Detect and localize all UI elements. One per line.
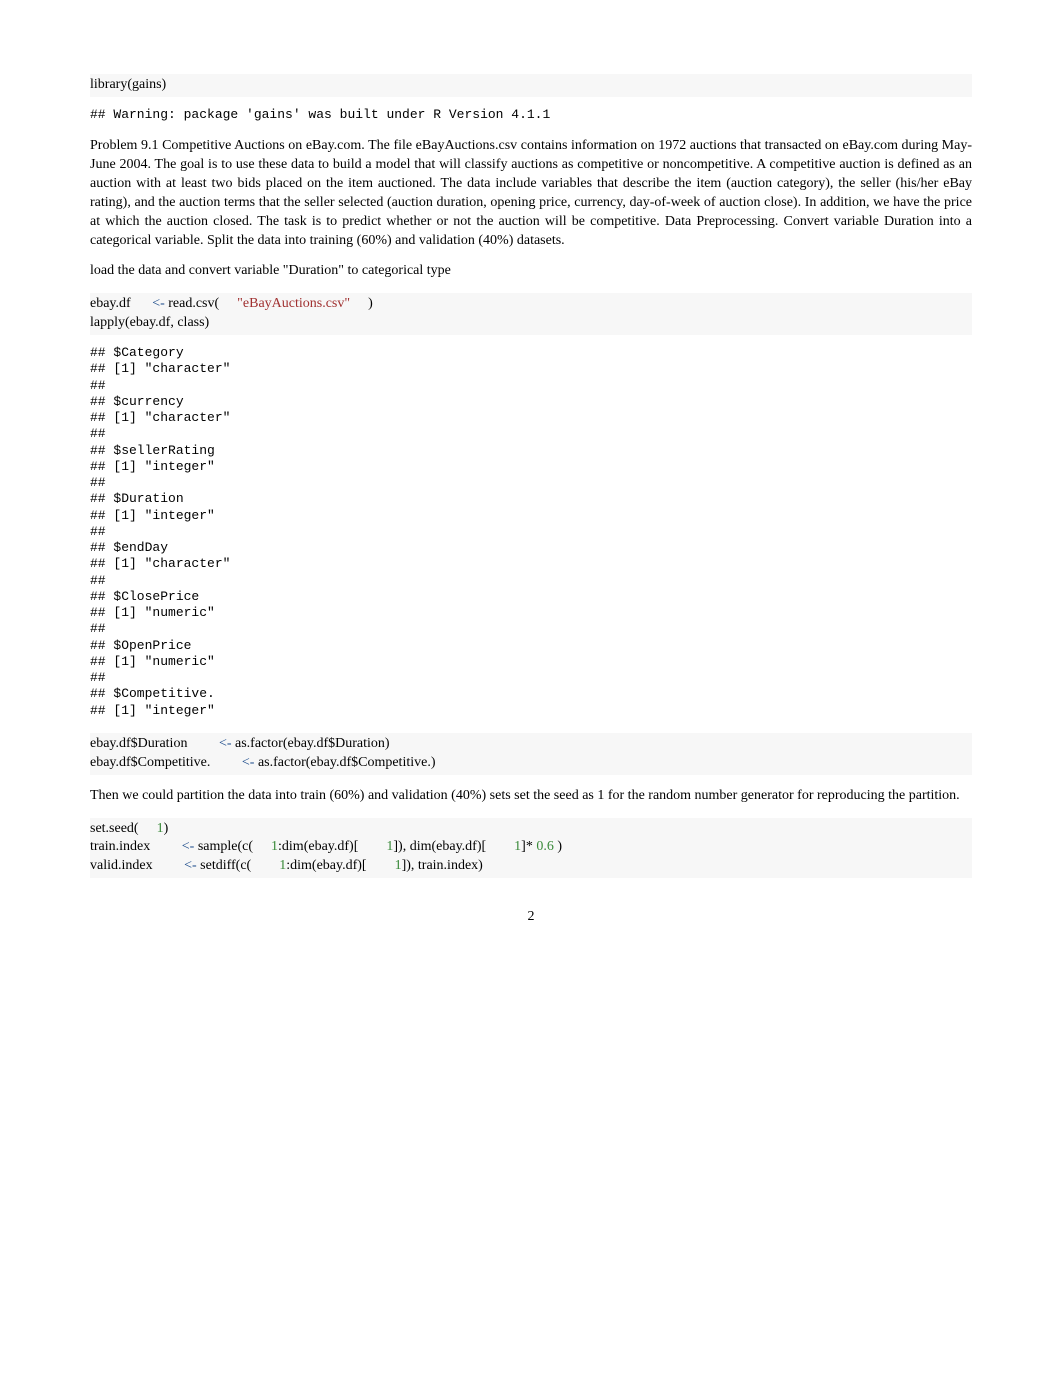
string-literal: "eBayAuctions.csv": [237, 296, 350, 311]
paragraph-1: Problem 9.1 Competitive Auctions on eBay…: [90, 137, 972, 250]
code-block-2: ebay.df <- read.csv("eBayAuctions.csv") …: [90, 293, 972, 335]
arrow-op: <-: [219, 736, 232, 751]
code-text: ebay.df$Duration: [90, 736, 191, 751]
code-text: set.seed(: [90, 821, 139, 836]
code-text: :dim(ebay.df)[: [286, 858, 366, 873]
code-text: as.factor(ebay.df$Duration): [232, 736, 390, 751]
arrow-op: <-: [182, 839, 195, 854]
code-block-1: library(gains): [90, 74, 972, 97]
code-line: valid.index <- setdiff(c( 1 :dim(ebay.df)[…: [90, 857, 972, 876]
code-text: ]), train.index): [402, 858, 483, 873]
arrow-op: <-: [242, 755, 255, 770]
output-2: ## $Category ## [1] "character" ## ## $c…: [90, 345, 972, 719]
code-line: ebay.df <- read.csv( "eBayAuctions.csv"): [90, 295, 972, 314]
number-literal: 1: [271, 839, 278, 854]
page-number: 2: [90, 908, 972, 927]
code-line: ebay.df$Competitive. <- as.factor(ebay.d…: [90, 754, 972, 773]
number-literal: 1: [395, 858, 402, 873]
code-text: ): [368, 296, 373, 311]
code-text: ): [164, 821, 169, 836]
code-line: set.seed( 1): [90, 820, 972, 839]
code-line: lapply(ebay.df, class): [90, 314, 972, 333]
number-literal: 1: [157, 821, 164, 836]
code-text: library(gains): [90, 77, 166, 92]
code-block-4: set.seed(1) train.index <- sample(c(1:di…: [90, 818, 972, 879]
number-literal: 0.6: [533, 839, 554, 854]
paragraph-3: Then we could partition the data into tr…: [90, 787, 972, 806]
code-text: read.csv(: [165, 296, 219, 311]
code-text: train.index: [90, 839, 154, 854]
code-text: valid.index: [90, 858, 156, 873]
code-text: setdiff(c(: [197, 858, 252, 873]
paragraph-2: load the data and convert variable "Dura…: [90, 262, 972, 281]
code-text: :dim(ebay.df)[: [278, 839, 358, 854]
code-text: ebay.df: [90, 296, 134, 311]
code-text: ): [554, 839, 562, 854]
code-text: as.factor(ebay.df$Competitive.): [254, 755, 435, 770]
code-text: ]), dim(ebay.df)[: [393, 839, 486, 854]
arrow-op: <-: [184, 858, 197, 873]
output-1: ## Warning: package 'gains' was built un…: [90, 107, 972, 123]
code-text: ]*: [521, 839, 533, 854]
code-text: sample(c(: [194, 839, 253, 854]
code-block-3: ebay.df$Duration <- as.factor(ebay.df$Du…: [90, 733, 972, 775]
code-line: train.index <- sample(c(1:dim(ebay.df)[1…: [90, 838, 972, 857]
arrow-op: <-: [152, 296, 165, 311]
code-line: ebay.df$Duration <- as.factor(ebay.df$Du…: [90, 735, 972, 754]
code-text: ebay.df$Competitive.: [90, 755, 214, 770]
